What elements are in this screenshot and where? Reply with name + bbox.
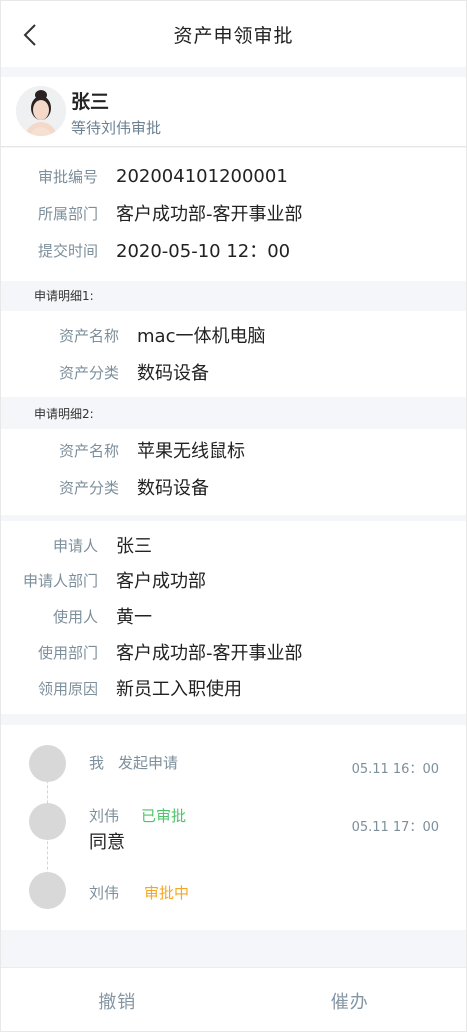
timeline-action: 审批中	[144, 884, 190, 902]
field-value: mac一体机电脑	[137, 326, 266, 347]
field-value: 张三	[116, 536, 152, 557]
timeline-dot	[29, 803, 66, 840]
field-label: 申请人部门	[22, 571, 98, 590]
detail-1-header: 申请明细1:	[1, 281, 466, 311]
detail-1-section: 资产名称 mac一体机电脑 资产分类 数码设备	[1, 311, 466, 397]
nav-header: 资产申领审批	[1, 1, 466, 67]
field-value: 苹果无线鼠标	[137, 441, 245, 462]
info-row-reason: 领用原因 新员工入职使用	[1, 673, 466, 703]
timeline-time: 05.11 17：00	[351, 820, 439, 835]
detail-2-section: 资产名称 苹果无线鼠标 资产分类 数码设备	[1, 429, 466, 515]
urge-button[interactable]: 催办	[234, 968, 467, 1031]
timeline-person: 刘伟	[89, 884, 120, 902]
applicant-card: 张三 等待刘伟审批	[1, 77, 466, 147]
approval-timeline: 我 发起申请 05.11 16：00 刘伟 已审批 05.11 17：00 同意…	[1, 725, 466, 930]
info-row-approval-no: 审批编号 202004101200001	[1, 161, 466, 191]
field-value: 客户成功部-客开事业部	[116, 643, 303, 664]
cancel-button[interactable]: 撤销	[1, 968, 234, 1031]
info-row-applicant-department: 申请人部门 客户成功部	[1, 565, 466, 595]
field-label: 审批编号	[37, 167, 98, 186]
timeline-time: 05.11 16：00	[351, 762, 439, 777]
page-title: 资产申领审批	[173, 24, 294, 47]
field-value: 数码设备	[137, 478, 209, 499]
info-row-user: 使用人 黄一	[1, 601, 466, 631]
field-label: 资产分类	[58, 478, 119, 497]
info-row-department: 所属部门 客户成功部-客开事业部	[1, 198, 466, 228]
application-info-section: 申请人 张三 申请人部门 客户成功部 使用人 黄一 使用部门 客户成功部-客开事…	[1, 521, 466, 714]
field-label: 使用人	[52, 607, 98, 626]
field-value: 客户成功部-客开事业部	[116, 204, 303, 225]
timeline-person: 我	[89, 754, 105, 772]
field-label: 资产分类	[58, 363, 119, 382]
field-label: 资产名称	[58, 441, 119, 460]
basic-info-section: 审批编号 202004101200001 所属部门 客户成功部-客开事业部 提交…	[1, 148, 466, 281]
info-row-applicant: 申请人 张三	[1, 530, 466, 560]
field-label: 资产名称	[58, 326, 119, 345]
field-value: 新员工入职使用	[116, 679, 242, 700]
back-icon[interactable]	[19, 23, 43, 47]
info-row-submit-time: 提交时间 2020-05-10 12：00	[1, 235, 466, 265]
field-value: 数码设备	[137, 363, 209, 384]
timeline-action: 发起申请	[118, 754, 179, 772]
detail-row-asset-category: 资产分类 数码设备	[1, 357, 466, 387]
field-label: 所属部门	[37, 204, 98, 223]
field-value: 客户成功部	[116, 571, 206, 592]
timeline-action: 已审批	[141, 807, 187, 825]
field-label: 使用部门	[37, 643, 98, 662]
timeline-dot	[29, 872, 66, 909]
detail-row-asset-name: 资产名称 mac一体机电脑	[1, 320, 466, 350]
person-avatar-icon	[16, 86, 66, 136]
action-bar: 撤销 催办	[1, 967, 467, 1031]
app-frame: 资产申领审批 张三 等待刘伟审批 审批编号 202004101200001 所属…	[0, 0, 467, 1032]
field-value: 202004101200001	[116, 165, 288, 187]
avatar	[16, 86, 66, 136]
timeline-dot	[29, 745, 66, 782]
timeline-comment: 同意	[89, 832, 125, 853]
detail-2-header: 申请明细2:	[1, 399, 466, 429]
info-row-user-department: 使用部门 客户成功部-客开事业部	[1, 637, 466, 667]
approval-status: 等待刘伟审批	[71, 119, 162, 137]
timeline-person: 刘伟	[89, 807, 120, 825]
field-label: 申请人	[52, 536, 98, 555]
detail-row-asset-category: 资产分类 数码设备	[1, 472, 466, 502]
field-value: 2020-05-10 12：00	[116, 241, 291, 262]
applicant-name: 张三	[71, 91, 110, 113]
field-label: 领用原因	[37, 679, 98, 698]
field-value: 黄一	[116, 607, 152, 628]
detail-row-asset-name: 资产名称 苹果无线鼠标	[1, 435, 466, 465]
field-label: 提交时间	[37, 241, 98, 260]
